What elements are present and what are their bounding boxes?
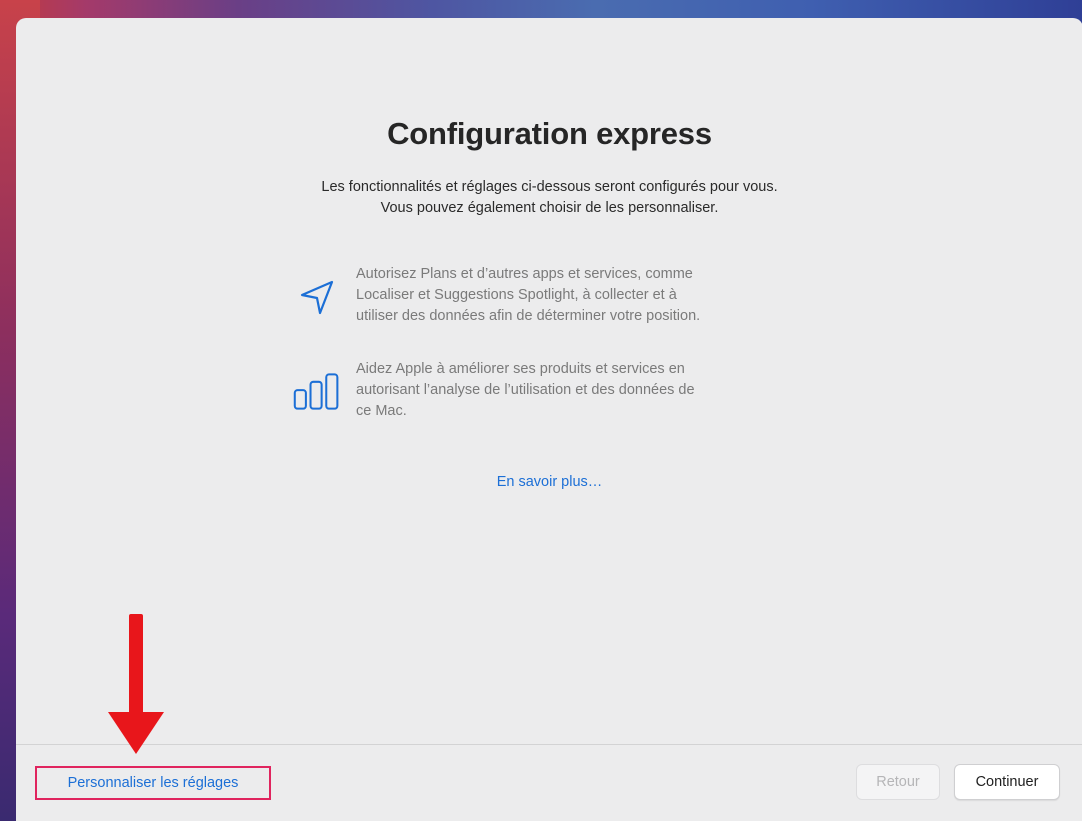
feature-analytics: Aidez Apple à améliorer ses produits et …: [292, 359, 812, 425]
location-arrow-icon: [292, 272, 342, 322]
feature-text-line: utiliser des données afin de déterminer …: [356, 308, 701, 324]
continue-button[interactable]: Continuer: [954, 764, 1060, 800]
feature-text-line: ce Mac.: [356, 403, 407, 419]
page-subtitle: Les fonctionnalités et réglages ci-desso…: [16, 177, 1082, 219]
feature-text-line: Autorisez Plans et d’autres apps et serv…: [356, 266, 693, 282]
subtitle-line: Les fonctionnalités et réglages ci-desso…: [321, 179, 778, 195]
analytics-bars-icon: [292, 367, 342, 417]
feature-location: Autorisez Plans et d’autres apps et serv…: [292, 264, 812, 330]
back-button[interactable]: Retour: [856, 764, 940, 800]
customize-settings-link[interactable]: Personnaliser les réglages: [68, 775, 239, 791]
feature-analytics-text: Aidez Apple à améliorer ses produits et …: [356, 359, 812, 422]
feature-text-line: Aidez Apple à améliorer ses produits et …: [356, 361, 685, 377]
desktop-background: Configuration express Les fonctionnalité…: [0, 0, 1082, 821]
footer-divider: [16, 744, 1082, 745]
customize-settings-highlight[interactable]: Personnaliser les réglages: [35, 766, 271, 800]
feature-location-text: Autorisez Plans et d’autres apps et serv…: [356, 264, 812, 327]
learn-more-link[interactable]: En savoir plus…: [16, 474, 1082, 490]
setup-assistant-window: Configuration express Les fonctionnalité…: [16, 18, 1082, 821]
feature-text-line: Localiser et Suggestions Spotlight, à co…: [356, 287, 677, 303]
annotation-arrow-icon: [108, 614, 164, 754]
subtitle-line: Vous pouvez également choisir de les per…: [380, 200, 719, 216]
feature-text-line: autorisant l’analyse de l’utilisation et…: [356, 382, 695, 398]
page-title: Configuration express: [387, 116, 712, 151]
